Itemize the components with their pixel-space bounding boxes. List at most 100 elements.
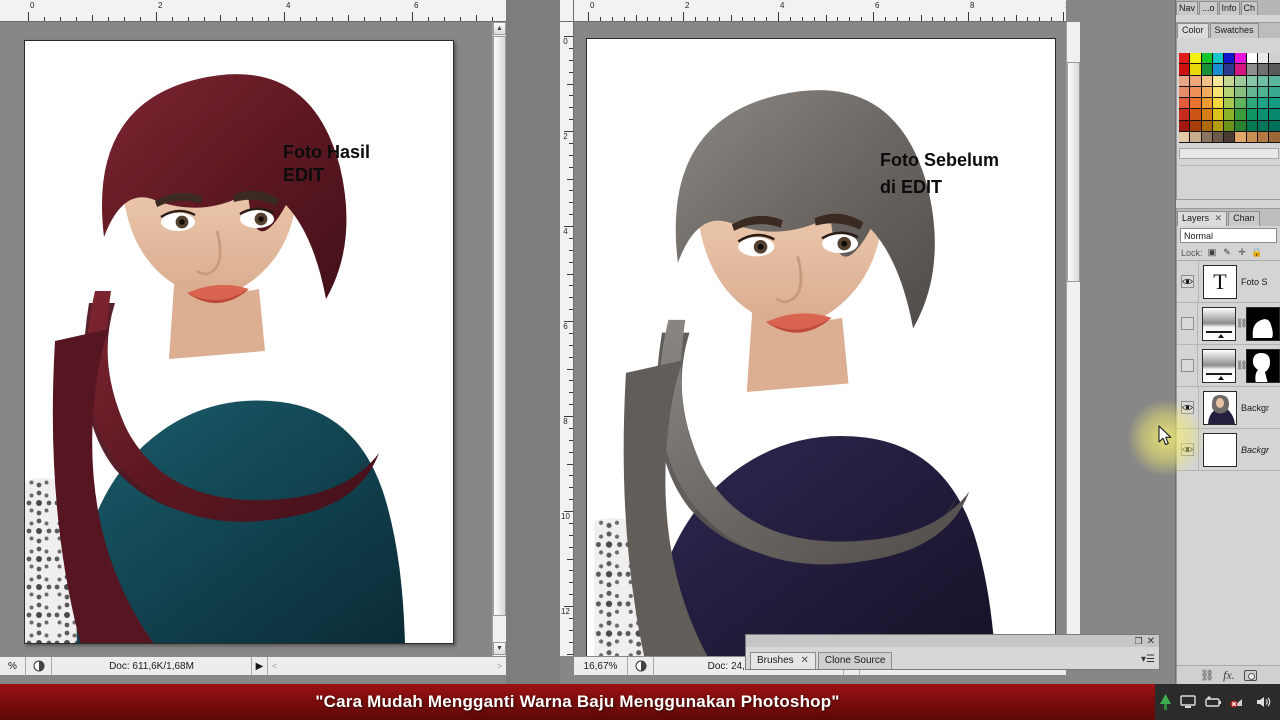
swatch-7-8[interactable] bbox=[1269, 132, 1280, 144]
swatch-3-0[interactable] bbox=[1179, 86, 1191, 99]
swatch-1-6[interactable] bbox=[1246, 64, 1259, 76]
brush-lock-icon[interactable]: ✎ bbox=[1222, 247, 1233, 258]
right-dock[interactable]: Nav ...o Info Ch Color Swatches Layers ✕… bbox=[1175, 0, 1280, 690]
zoom-field-left[interactable]: % bbox=[0, 656, 26, 676]
swatch-grid[interactable] bbox=[1179, 53, 1280, 144]
swatch-2-5[interactable] bbox=[1235, 75, 1247, 87]
all-lock-icon[interactable]: 🔒 bbox=[1251, 247, 1262, 258]
layer-visibility-cell[interactable] bbox=[1177, 302, 1198, 345]
swatch-2-4[interactable] bbox=[1224, 75, 1236, 87]
document-page-right[interactable]: Foto Sebelum di EDIT bbox=[586, 38, 1056, 656]
wifi-disconnected-icon[interactable] bbox=[1230, 695, 1247, 709]
layer-thumbnail[interactable] bbox=[1202, 306, 1236, 341]
swatch-6-1[interactable] bbox=[1190, 120, 1202, 133]
swatch-7-4[interactable] bbox=[1224, 132, 1236, 144]
swatch-5-3[interactable] bbox=[1212, 109, 1225, 121]
swatch-4-0[interactable] bbox=[1179, 98, 1191, 110]
swatch-7-0[interactable] bbox=[1179, 132, 1191, 144]
eye-icon-off[interactable] bbox=[1180, 359, 1194, 372]
swatch-1-8[interactable] bbox=[1269, 64, 1280, 76]
swatch-7-3[interactable] bbox=[1212, 132, 1225, 144]
swatch-0-6[interactable] bbox=[1246, 53, 1259, 65]
color-panel-scrollbar[interactable] bbox=[1179, 148, 1279, 159]
layer-thumbnail[interactable]: T bbox=[1203, 264, 1237, 299]
battery-icon[interactable] bbox=[1204, 696, 1222, 708]
swatch-4-1[interactable] bbox=[1190, 98, 1202, 110]
document-window-right[interactable]: 0246810 024681012 bbox=[560, 0, 1080, 690]
layer-thumbnail[interactable] bbox=[1203, 390, 1237, 425]
swatch-1-5[interactable] bbox=[1235, 64, 1247, 76]
swatch-3-8[interactable] bbox=[1269, 86, 1280, 99]
tab-channels-top[interactable]: Ch bbox=[1240, 1, 1259, 15]
swatch-0-7[interactable] bbox=[1258, 53, 1270, 65]
link-icon[interactable]: ⛓ bbox=[1236, 360, 1247, 371]
layer-mask-thumbnail[interactable] bbox=[1246, 348, 1280, 383]
swatch-4-5[interactable] bbox=[1235, 98, 1247, 110]
layers-panel-footer[interactable]: ⛓ fx. bbox=[1177, 665, 1280, 685]
swatch-1-2[interactable] bbox=[1201, 64, 1213, 76]
swatch-3-6[interactable] bbox=[1246, 86, 1259, 99]
transparency-lock-icon[interactable]: ▣ bbox=[1207, 247, 1218, 258]
swatch-5-4[interactable] bbox=[1224, 109, 1236, 121]
swatch-2-7[interactable] bbox=[1258, 75, 1270, 87]
tab-close-icon[interactable]: ✕ bbox=[1215, 213, 1223, 223]
layer-style-fx-icon[interactable]: fx. bbox=[1223, 668, 1235, 683]
swatch-3-1[interactable] bbox=[1190, 86, 1202, 99]
swatch-6-5[interactable] bbox=[1235, 120, 1247, 133]
swatch-3-5[interactable] bbox=[1235, 86, 1247, 99]
statusbar-scroll-left[interactable]: < > bbox=[268, 661, 506, 671]
tab-info[interactable]: Info bbox=[1218, 1, 1240, 15]
swatch-6-4[interactable] bbox=[1224, 120, 1236, 133]
link-layers-icon[interactable]: ⛓ bbox=[1200, 669, 1214, 682]
document-window-left[interactable]: 0246 Foto Hasil EDIT ▲ ▼ % Doc: 611,6K/1… bbox=[0, 0, 520, 690]
swatch-7-1[interactable] bbox=[1190, 132, 1202, 144]
scrollbar-vertical-left[interactable]: ▲ ▼ bbox=[492, 22, 506, 656]
swatch-7-5[interactable] bbox=[1235, 132, 1247, 144]
swatch-7-7[interactable] bbox=[1258, 132, 1270, 144]
link-icon[interactable]: ⛓ bbox=[1236, 318, 1247, 329]
swatch-5-2[interactable] bbox=[1201, 109, 1213, 121]
show-desktop-icon[interactable] bbox=[1159, 694, 1172, 710]
swatch-0-2[interactable] bbox=[1201, 53, 1213, 65]
layer-mask-thumbnail[interactable] bbox=[1246, 306, 1280, 341]
close-icon[interactable]: ✕ bbox=[1147, 636, 1155, 647]
swatch-2-8[interactable] bbox=[1269, 75, 1280, 87]
add-mask-icon[interactable] bbox=[1243, 670, 1257, 681]
tab-swatches[interactable]: Swatches bbox=[1209, 23, 1259, 38]
swatch-2-0[interactable] bbox=[1179, 75, 1191, 87]
swatch-2-2[interactable] bbox=[1201, 75, 1213, 87]
tab-channels[interactable]: Chan bbox=[1228, 211, 1260, 226]
move-lock-icon[interactable]: ✛ bbox=[1237, 247, 1248, 258]
layer-visibility-cell[interactable] bbox=[1177, 344, 1198, 387]
swatch-0-5[interactable] bbox=[1235, 53, 1247, 65]
swatch-5-0[interactable] bbox=[1179, 109, 1191, 121]
layer-thumbnail[interactable] bbox=[1203, 432, 1237, 467]
scrollbar-vertical-right[interactable] bbox=[1066, 22, 1080, 656]
swatch-3-4[interactable] bbox=[1224, 86, 1236, 99]
tab-histogram[interactable]: ...o bbox=[1199, 1, 1218, 15]
swatch-0-0[interactable] bbox=[1179, 53, 1191, 65]
table-row[interactable]: ⛓ bbox=[1177, 302, 1280, 345]
swatch-1-4[interactable] bbox=[1224, 64, 1236, 76]
swatch-2-1[interactable] bbox=[1190, 75, 1202, 87]
table-row[interactable]: T Foto S bbox=[1177, 260, 1280, 303]
swatch-7-6[interactable] bbox=[1246, 132, 1259, 144]
zoom-field-right[interactable]: 16,67% bbox=[574, 656, 628, 676]
color-swatches-panel[interactable]: Color Swatches bbox=[1176, 22, 1280, 200]
scroll-thumb-vertical-right[interactable] bbox=[1067, 62, 1080, 282]
swatch-4-2[interactable] bbox=[1201, 98, 1213, 110]
table-row[interactable]: ⛓ bbox=[1177, 344, 1280, 387]
statusbar-menu-arrow-left[interactable]: ▶ bbox=[252, 656, 268, 676]
swatch-6-2[interactable] bbox=[1201, 120, 1213, 133]
eye-icon-off[interactable] bbox=[1180, 317, 1194, 330]
swatch-3-7[interactable] bbox=[1258, 86, 1270, 99]
swatch-1-1[interactable] bbox=[1190, 64, 1202, 76]
tab-clone-source[interactable]: Clone Source bbox=[817, 652, 893, 669]
swatch-6-7[interactable] bbox=[1258, 120, 1270, 133]
blend-mode-select[interactable]: Normal bbox=[1180, 228, 1277, 243]
swatch-5-8[interactable] bbox=[1269, 109, 1280, 121]
tab-close-icon[interactable]: ✕ bbox=[800, 655, 808, 666]
swatch-5-6[interactable] bbox=[1246, 109, 1259, 121]
tab-brushes[interactable]: Brushes ✕ bbox=[750, 652, 816, 669]
swatch-1-7[interactable] bbox=[1258, 64, 1270, 76]
